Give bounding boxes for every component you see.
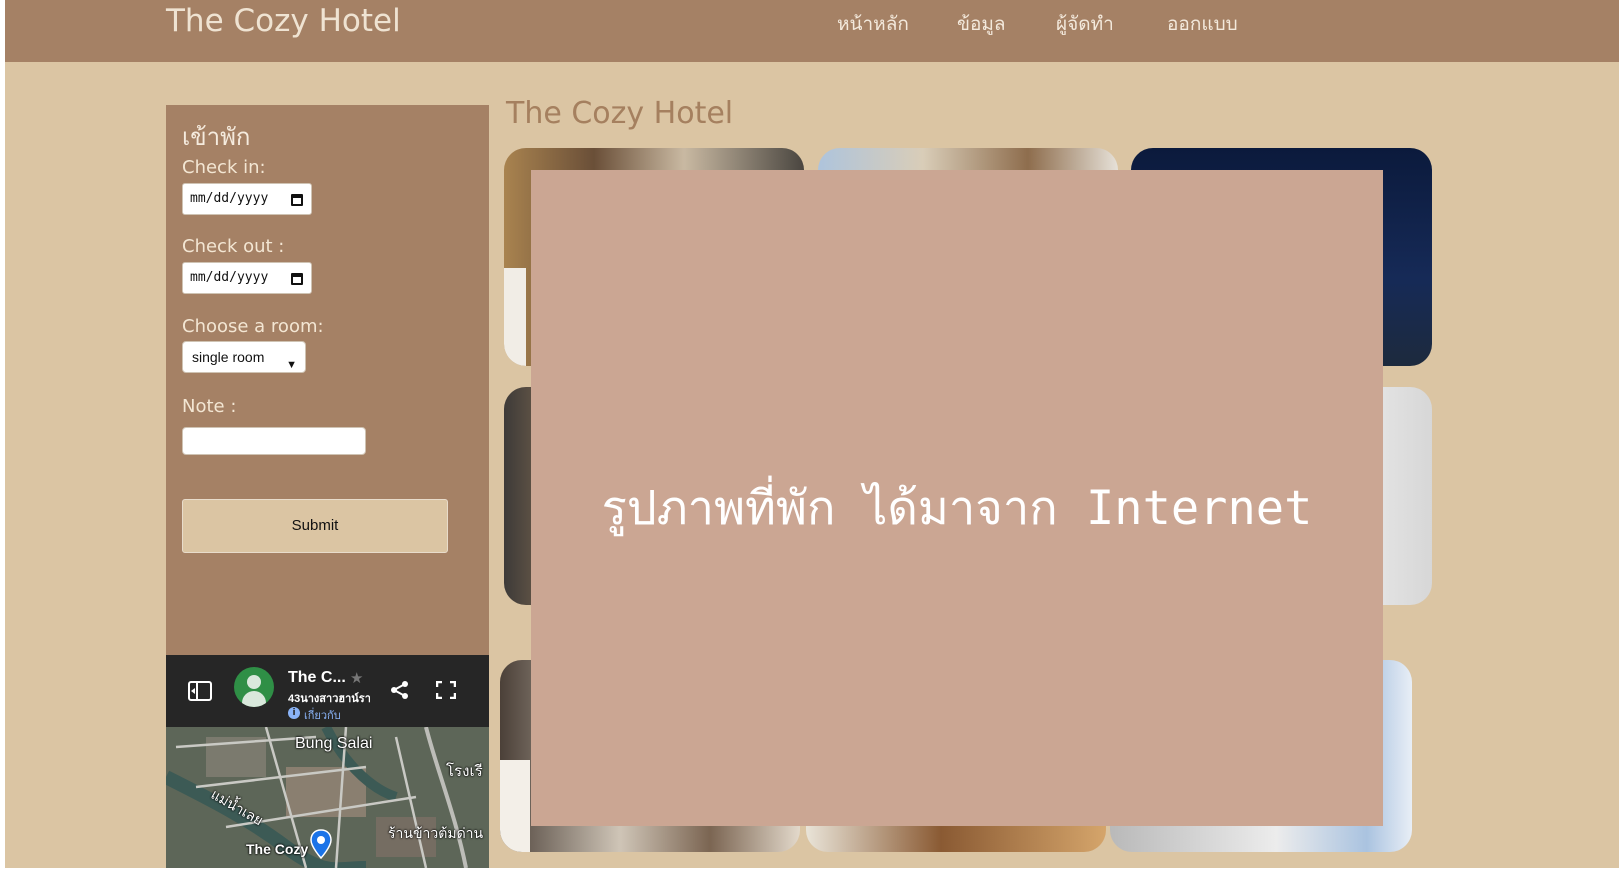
map-address: 43นางสาวฮาน์ราม xyxy=(288,693,370,705)
booking-title: เข้าพัก xyxy=(182,123,251,151)
map-label-school: โรงเรี xyxy=(446,763,483,780)
overlay-caption: รูปภาพที่พัก ได้มาจาก Internet xyxy=(601,481,1313,536)
nav-item-info[interactable]: ข้อมูล xyxy=(957,12,1006,36)
info-icon: i xyxy=(288,707,300,719)
checkin-date-input[interactable]: mm/dd/yyyy xyxy=(182,183,312,215)
room-select-value: single room xyxy=(192,349,265,365)
fullscreen-icon[interactable] xyxy=(436,681,456,699)
star-icon[interactable]: ★ xyxy=(350,669,363,687)
checkout-label: Check out : xyxy=(182,236,285,257)
map-place-name[interactable]: The C... xyxy=(288,669,346,687)
booking-panel: เข้าพัก Check in: mm/dd/yyyy Check out :… xyxy=(166,105,489,655)
embedded-map[interactable]: The C... ★ 43นางสาวฮาน์ราม i เกี่ยวกับ B… xyxy=(166,655,489,868)
submit-button[interactable]: Submit xyxy=(182,499,448,553)
gallery-title: The Cozy Hotel xyxy=(506,96,734,131)
brand-logo-text[interactable]: The Cozy Hotel xyxy=(166,0,401,42)
map-about-link[interactable]: เกี่ยวกับ xyxy=(304,706,341,724)
checkout-date-value: mm/dd/yyyy xyxy=(190,270,269,285)
note-label: Note : xyxy=(182,396,237,417)
overlay-panel: รูปภาพที่พัก ได้มาจาก Internet xyxy=(531,170,1383,826)
location-pin-icon[interactable] xyxy=(310,829,332,859)
calendar-icon[interactable] xyxy=(291,194,303,206)
map-label-bung-salai: Bung Salai xyxy=(295,735,373,752)
nav-item-home[interactable]: หน้าหลัก xyxy=(837,12,909,36)
checkout-date-input[interactable]: mm/dd/yyyy xyxy=(182,262,312,294)
map-satellite-view[interactable]: Bung Salai โรงเรี แม่น้ำเลย ร้านข้าวต้มด… xyxy=(166,727,489,868)
avatar xyxy=(234,667,274,707)
checkin-label: Check in: xyxy=(182,157,266,178)
room-select[interactable]: single room ▼ xyxy=(182,341,306,373)
room-label: Choose a room: xyxy=(182,316,324,337)
navbar: The Cozy Hotel หน้าหลัก ข้อมูล ผู้จัดทำ … xyxy=(5,0,1619,62)
checkin-date-value: mm/dd/yyyy xyxy=(190,191,269,206)
sidebar-toggle-icon[interactable] xyxy=(188,681,212,701)
chevron-down-icon: ▼ xyxy=(286,359,297,371)
note-input[interactable] xyxy=(182,427,366,455)
nav-item-authors[interactable]: ผู้จัดทำ xyxy=(1056,12,1114,36)
nav-item-design[interactable]: ออกแบบ xyxy=(1167,12,1238,36)
map-header: The C... ★ 43นางสาวฮาน์ราม i เกี่ยวกับ xyxy=(166,655,489,727)
page: The Cozy Hotel หน้าหลัก ข้อมูล ผู้จัดทำ … xyxy=(5,0,1619,868)
map-label-restaurant: ร้านข้าวต้มด่าน xyxy=(388,825,484,841)
calendar-icon[interactable] xyxy=(291,273,303,285)
share-icon[interactable] xyxy=(390,680,410,700)
map-label-the-cozy: The Cozy xyxy=(246,841,309,857)
